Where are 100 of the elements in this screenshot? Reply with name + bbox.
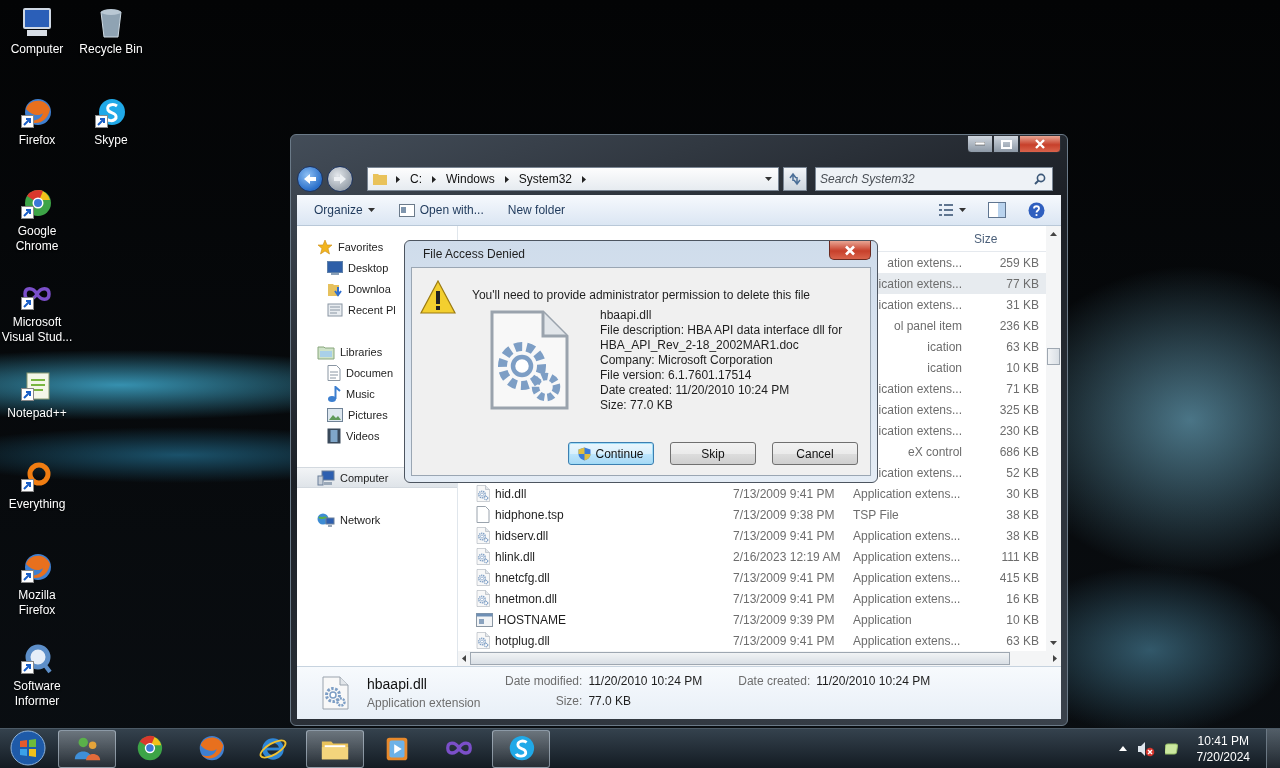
desktop-icon-label[interactable]: Computer xyxy=(0,42,74,57)
clock[interactable]: 10:41 PM 7/20/2024 xyxy=(1190,732,1256,765)
search-field[interactable]: Search System32 xyxy=(815,167,1053,191)
table-cell-text: ication extens... xyxy=(877,381,963,396)
details-view-icon xyxy=(938,203,954,217)
desktop-icon-label[interactable]: Microsoft Visual Stud... xyxy=(0,315,74,345)
desktop-icon-label[interactable]: Firefox xyxy=(0,133,74,148)
table-cell-text: 7/13/2009 9:41 PM xyxy=(732,633,836,648)
network-button[interactable] xyxy=(1164,741,1181,756)
table-cell-text: ication extens... xyxy=(877,423,963,438)
file-row[interactable]: hnetmon.dll 7/13/2009 9:41 PM Application extens... 16 KB xyxy=(458,588,1046,609)
scrollbar-thumb[interactable] xyxy=(1047,348,1060,365)
maximize-button[interactable] xyxy=(993,135,1019,153)
table-cell-text: ication extens... xyxy=(877,297,963,312)
table-cell-text: Application extens... xyxy=(852,591,962,606)
close-button[interactable] xyxy=(829,241,871,260)
gear-file-icon xyxy=(476,527,490,544)
details-label: Date created: xyxy=(738,674,811,688)
horizontal-scrollbar[interactable] xyxy=(458,651,1061,666)
taskbar-button[interactable] xyxy=(306,729,364,768)
close-button[interactable] xyxy=(1019,135,1061,153)
picture-icon xyxy=(327,407,343,422)
scroll-up-icon xyxy=(1050,232,1057,236)
close-icon xyxy=(1035,139,1045,149)
network-icon xyxy=(317,511,335,528)
refresh-button[interactable] xyxy=(783,167,807,191)
scroll-right-icon xyxy=(1053,655,1057,662)
table-cell-text: 31 KB xyxy=(1005,297,1040,312)
app-window-icon xyxy=(476,612,493,627)
file-row[interactable]: hlink.dll 2/16/2023 12:19 AM Application extens... 111 KB xyxy=(458,546,1046,567)
gear-file-icon xyxy=(476,569,490,586)
sidebar-item[interactable]: Network xyxy=(297,509,457,530)
gear-file-icon xyxy=(476,590,490,607)
preview-pane-icon xyxy=(988,202,1006,218)
desktop-icon-label[interactable]: Mozilla Firefox xyxy=(0,588,74,618)
desktop-icon-label[interactable]: Google Chrome xyxy=(0,224,74,254)
table-cell-text: 230 KB xyxy=(998,423,1040,438)
gear-file-icon xyxy=(476,485,490,502)
back-button[interactable] xyxy=(297,166,323,192)
breadcrumb-item[interactable]: Windows xyxy=(444,172,497,186)
column-header[interactable]: Size xyxy=(966,231,1041,246)
library-icon xyxy=(317,343,335,360)
desktop-icon-label[interactable]: Everything xyxy=(0,497,74,512)
table-cell-text: 10 KB xyxy=(1005,360,1040,375)
minimize-button[interactable] xyxy=(967,135,993,153)
computer-icon xyxy=(317,469,335,486)
address-bar[interactable]: C: Windows System32 xyxy=(367,167,779,191)
monitor-icon xyxy=(327,260,343,275)
forward-button[interactable] xyxy=(327,166,353,192)
toolbar-button[interactable]: Organize xyxy=(309,200,380,220)
minimize-icon xyxy=(975,142,985,146)
table-cell-text: ication xyxy=(926,360,963,375)
blank-file-icon xyxy=(476,506,490,523)
file-name: hidserv.dll xyxy=(495,528,549,543)
file-info-line: File description: HBA API data interface dll for xyxy=(600,323,843,338)
file-row[interactable]: hid.dll 7/13/2009 9:41 PM Application extens... 30 KB xyxy=(458,483,1046,504)
file-name: hlink.dll xyxy=(495,549,536,564)
chevron-icon xyxy=(582,175,587,183)
desktop-icon-label[interactable]: Skype xyxy=(74,133,148,148)
desktop-icon-label[interactable]: Software Informer xyxy=(0,679,74,709)
breadcrumb-item[interactable]: C: xyxy=(408,172,424,186)
scroll-left-icon xyxy=(462,655,466,662)
dialog-button[interactable]: Cancel xyxy=(772,442,858,465)
music-note-icon xyxy=(327,385,341,402)
desktop-icon-label[interactable]: Recycle Bin xyxy=(74,42,148,57)
desktop-icon-label[interactable]: Notepad++ xyxy=(0,406,74,421)
breadcrumb-item[interactable]: System32 xyxy=(516,172,575,186)
file-info-line: Size: 77.0 KB xyxy=(600,398,674,413)
details-value: 11/20/2010 10:24 PM xyxy=(588,674,703,688)
volume-button[interactable] xyxy=(1136,740,1155,757)
dialog-button[interactable]: Skip xyxy=(670,442,756,465)
dialog-message: You'll need to provide administrator permission to delete this file xyxy=(472,288,811,302)
toolbar-button[interactable]: Open with... xyxy=(393,200,489,220)
show-desktop-button[interactable] xyxy=(1266,728,1280,768)
table-cell-text: 63 KB xyxy=(1005,339,1040,354)
vertical-scrollbar[interactable] xyxy=(1046,226,1061,651)
table-cell-text: 38 KB xyxy=(1005,528,1040,543)
shield-icon xyxy=(578,446,592,461)
tray-expand-button[interactable] xyxy=(1118,746,1127,751)
file-row[interactable]: hidserv.dll 7/13/2009 9:41 PM Application extens... 38 KB xyxy=(458,525,1046,546)
scrollbar-thumb[interactable] xyxy=(470,652,1010,665)
taskbar-button[interactable] xyxy=(58,729,116,768)
dialog-button[interactable]: Continue xyxy=(568,442,654,465)
file-name: HOSTNAME xyxy=(498,612,566,627)
refresh-icon xyxy=(788,172,802,186)
start-button[interactable] xyxy=(8,728,48,768)
gear-file-icon xyxy=(321,676,349,710)
file-row[interactable]: hnetcfg.dll 7/13/2009 9:41 PM Application extens... 415 KB xyxy=(458,567,1046,588)
file-row[interactable]: hidphone.tsp 7/13/2009 9:38 PM TSP File 38 KB xyxy=(458,504,1046,525)
table-cell-text: 7/13/2009 9:41 PM xyxy=(732,570,836,585)
toolbar-button[interactable]: New folder xyxy=(502,200,571,220)
table-cell-text: 7/13/2009 9:41 PM xyxy=(732,591,836,606)
file-row[interactable]: hotplug.dll 7/13/2009 9:41 PM Application extens... 63 KB xyxy=(458,630,1046,651)
file-row[interactable]: HOSTNAME 7/13/2009 9:39 PM Application 10 KB xyxy=(458,609,1046,630)
scroll-down-icon xyxy=(1050,641,1057,645)
table-cell-text: ication extens... xyxy=(877,276,963,291)
table-cell-text: 7/13/2009 9:39 PM xyxy=(732,612,836,627)
table-cell-text: 52 KB xyxy=(1005,465,1040,480)
table-cell-text: Application extens... xyxy=(852,570,962,585)
taskbar-button[interactable] xyxy=(492,729,550,768)
